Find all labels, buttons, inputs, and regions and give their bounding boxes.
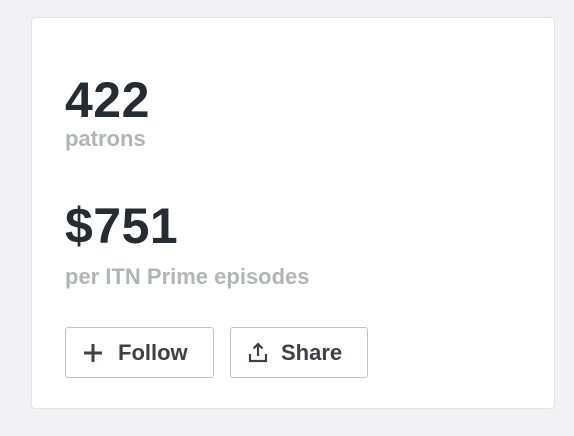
earnings-stat: $751 per ITN Prime episodes — [65, 200, 310, 290]
action-buttons: Follow Share — [65, 327, 368, 378]
patrons-stat: 422 patrons — [65, 74, 150, 152]
patrons-label: patrons — [65, 126, 146, 151]
patrons-count: 422 — [65, 72, 150, 128]
follow-label: Follow — [118, 339, 188, 365]
share-icon — [247, 341, 269, 364]
follow-button[interactable]: Follow — [65, 327, 214, 378]
earnings-amount: $751 — [65, 198, 179, 254]
creator-stats-card: 422 patrons $751 per ITN Prime episodes … — [31, 17, 555, 409]
earnings-label: per ITN Prime episodes — [65, 264, 310, 289]
share-button[interactable]: Share — [230, 327, 368, 378]
share-label: Share — [281, 339, 343, 365]
plus-icon — [82, 342, 104, 364]
